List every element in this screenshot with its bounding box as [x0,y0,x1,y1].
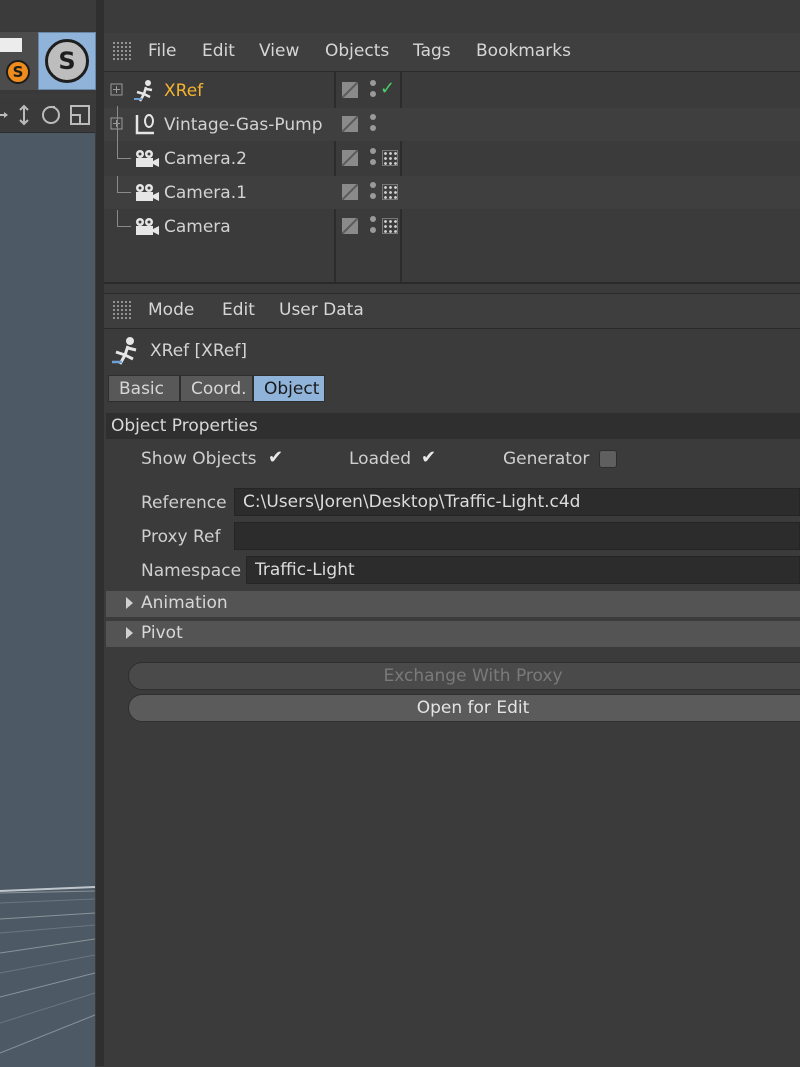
snap-toggle-button[interactable]: S [38,32,96,90]
protection-tag-icon[interactable] [382,184,398,200]
tree-row[interactable]: Camera.1 [104,176,800,209]
null-object-icon [135,114,154,135]
expand-arrow-icon [126,627,133,639]
tree-connector [117,176,118,193]
camera-icon [136,184,159,201]
menu-edit[interactable]: Edit [222,300,255,320]
reference-label: Reference [141,493,227,513]
object-name[interactable]: Camera [164,217,231,237]
editor-visibility-icon[interactable] [342,116,358,132]
render-settings-button[interactable]: S [0,32,38,90]
tab-basic[interactable]: Basic [108,375,180,402]
panel-grip-icon[interactable] [112,41,132,61]
render-icon [0,38,22,52]
viewport[interactable] [0,132,95,1067]
visibility-dots-icon[interactable] [370,216,376,236]
namespace-field[interactable]: Traffic-Light [246,556,800,584]
tree-row[interactable]: Vintage-Gas-Pump [104,108,800,141]
tree-row[interactable]: Camera.2 [104,106,800,175]
menu-mode[interactable]: Mode [148,300,194,320]
visibility-dots-icon[interactable] [370,148,376,168]
namespace-label: Namespace [141,561,242,581]
expand-arrow-icon [126,597,133,609]
tree-row[interactable]: Camera [104,210,800,243]
open-for-edit-button[interactable]: Open for Edit [128,694,800,722]
viewport-navigation-icons[interactable] [0,104,96,126]
menu-file[interactable]: File [148,41,176,61]
object-name[interactable]: Camera.1 [164,183,247,203]
menu-tags[interactable]: Tags [413,41,451,61]
menu-view[interactable]: View [259,41,299,61]
object-name[interactable]: XRef [164,81,203,101]
object-tree: XRef ✓ Vintage-Gas-Pump Camera.2 Camera.… [104,72,800,284]
tree-connector [117,158,131,159]
menu-objects[interactable]: Objects [325,41,389,61]
tree-connector [117,226,131,227]
section-header: Object Properties [106,413,800,439]
menu-edit[interactable]: Edit [202,41,235,61]
protection-tag-icon[interactable] [382,150,398,166]
tab-coord[interactable]: Coord. [180,375,253,402]
xref-icon [134,80,153,102]
snap-icon: S [45,39,89,83]
show-objects-label: Show Objects [141,449,257,469]
editor-visibility-icon[interactable] [342,184,358,200]
tab-object[interactable]: Object [253,375,325,402]
proxy-ref-label: Proxy Ref [141,527,221,547]
attribute-manager-menubar: Mode Edit User Data [104,293,800,329]
snap-badge-icon: S [6,60,30,84]
show-objects-checkbox[interactable]: ✔ [268,447,283,468]
xref-icon [112,337,137,365]
tree-connector [117,192,131,193]
viewport-nav-icons [0,98,96,130]
pivot-section-label: Pivot [141,623,183,643]
visibility-dots-icon[interactable] [370,114,376,134]
generator-label: Generator [503,449,590,469]
object-name[interactable]: Vintage-Gas-Pump [164,115,323,135]
proxy-ref-field[interactable] [234,522,800,550]
editor-visibility-icon[interactable] [342,218,358,234]
editor-visibility-icon[interactable] [342,150,358,166]
exchange-with-proxy-button[interactable]: Exchange With Proxy [128,662,800,690]
protection-tag-icon[interactable] [382,218,398,234]
tree-row[interactable]: XRef ✓ [104,74,800,107]
object-manager-menubar: File Edit View Objects Tags Bookmarks [104,33,800,72]
loaded-checkbox[interactable]: ✔ [421,447,436,468]
reference-field[interactable]: C:\Users\Joren\Desktop\Traffic-Light.c4d [234,488,800,516]
panel-splitter[interactable] [96,0,104,1066]
expand-icon[interactable] [110,83,124,97]
object-name[interactable]: Camera.2 [164,149,247,169]
visibility-dots-icon[interactable] [370,182,376,202]
animation-section-label: Animation [141,593,228,613]
camera-icon [136,150,159,167]
object-title: XRef [XRef] [150,341,247,361]
animation-section[interactable]: Animation [106,591,800,617]
pivot-section[interactable]: Pivot [106,621,800,647]
camera-icon [136,218,159,235]
viewport-grid [0,886,95,1054]
editor-visibility-icon[interactable] [342,82,358,98]
generator-checkbox[interactable] [599,450,617,468]
panel-grip-icon[interactable] [112,300,132,320]
tree-connector [117,106,118,158]
tree-connector [117,210,118,227]
enabled-check-icon[interactable]: ✓ [380,78,395,99]
menu-user-data[interactable]: User Data [279,300,364,320]
loaded-label: Loaded [349,449,412,469]
section-title: Object Properties [111,416,258,436]
visibility-dots-icon[interactable] [370,80,376,100]
menu-bookmarks[interactable]: Bookmarks [476,41,571,61]
